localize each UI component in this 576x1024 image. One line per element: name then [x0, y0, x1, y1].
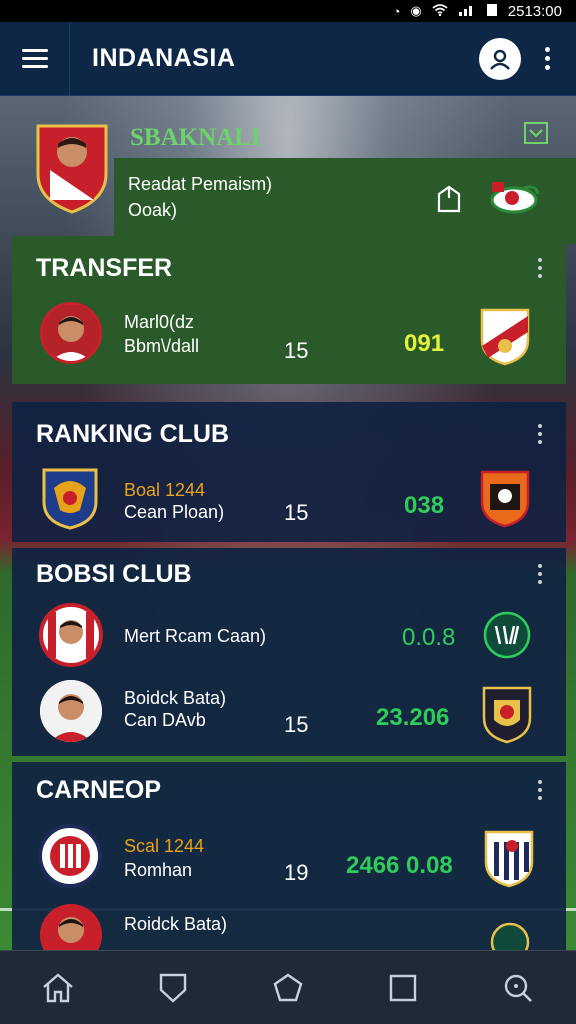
- section-more-button[interactable]: [538, 258, 542, 278]
- club-crest-icon: [42, 468, 98, 530]
- hamburger-icon: [21, 49, 48, 52]
- section-title: CARNEOP: [36, 776, 162, 804]
- club-crest-icon: [482, 686, 532, 744]
- share-icon[interactable]: [436, 184, 462, 214]
- section-title: BOBSI CLUB: [36, 560, 192, 588]
- profile-name: SBAKNALI: [130, 124, 261, 151]
- profile-subtitle-2: Ooak): [128, 200, 178, 220]
- avatar: [40, 302, 102, 364]
- avatar: [40, 680, 102, 742]
- club-crest-icon: [490, 922, 530, 950]
- list-item[interactable]: Roidck Bata): [12, 902, 566, 950]
- club-logo-icon: [490, 182, 540, 214]
- row-label: Mert Rcam Caan): [124, 626, 267, 646]
- shield-icon: [159, 973, 186, 1003]
- row-number: 15: [284, 712, 309, 737]
- club-crest-icon: [480, 470, 530, 528]
- list-item[interactable]: Scal 1244 Romhan 19 2466 0.08: [12, 822, 566, 894]
- avatar: [40, 904, 102, 950]
- row-label: Marl0(dz: [124, 312, 195, 332]
- nav-pentagon[interactable]: [258, 958, 318, 1018]
- club-crest-icon: [38, 824, 102, 888]
- carneop-section: CARNEOP Scal 1244 Romhan 19 2466 0.08 Ro…: [12, 762, 566, 950]
- app-title: INDANASIA: [92, 44, 236, 72]
- row-sublabel: Can DAvb: [124, 710, 206, 730]
- nav-square[interactable]: [373, 958, 433, 1018]
- alarm-icon: ◔: [392, 3, 401, 19]
- player-crest: [36, 124, 108, 214]
- status-bar: ◔ ◉ 2513:00: [0, 0, 576, 22]
- club-crest-icon: [480, 308, 530, 366]
- club-crest-icon: [483, 611, 531, 659]
- club-crest-icon: [484, 830, 534, 888]
- vibrate-icon: ◉: [410, 3, 422, 18]
- bobsi-club-section: BOBSI CLUB Mert Rcam Caan) 0.0.8 Boidck …: [12, 548, 566, 756]
- search-icon: [505, 974, 533, 1002]
- more-options-button[interactable]: [545, 47, 550, 70]
- section-more-button[interactable]: [538, 424, 542, 444]
- profile-subtitle: Readat Pemaism): [128, 174, 273, 194]
- row-sublabel: Bbm\/dall: [124, 336, 200, 356]
- app-bar: INDANASIA: [0, 21, 576, 96]
- section-title: TRANSFER: [36, 254, 173, 282]
- row-score: 23.206: [376, 704, 450, 731]
- section-more-button[interactable]: [538, 780, 542, 800]
- row-label: Scal 1244: [124, 836, 205, 856]
- row-number: 15: [284, 500, 309, 525]
- row-score: 0.0.8: [402, 624, 456, 651]
- signal-icon: [458, 4, 476, 19]
- section-title: RANKING CLUB: [36, 420, 230, 448]
- row-number: 15: [284, 338, 309, 363]
- row-score: 2466 0.08: [346, 852, 453, 879]
- section-more-button[interactable]: [538, 564, 542, 584]
- club-crest-icon: [39, 603, 103, 667]
- nav-home[interactable]: [28, 958, 88, 1018]
- profile-header: SBAKNALI Readat Pemaism) Ooak): [24, 120, 576, 244]
- nav-shield[interactable]: [143, 958, 203, 1018]
- row-score: 038: [404, 492, 445, 519]
- row-sublabel: Cean Ploan): [124, 502, 225, 522]
- row-label: Boal 1244: [124, 480, 206, 500]
- status-time: 2513:00: [507, 2, 562, 20]
- wifi-icon: [432, 3, 448, 19]
- bottom-navigation: [0, 950, 576, 1024]
- user-icon: [490, 49, 510, 70]
- list-item[interactable]: Mert Rcam Caan) 0.0.8: [12, 602, 566, 672]
- row-label: Boidck Bata): [124, 688, 227, 708]
- row-number: 19: [284, 860, 309, 885]
- menu-button[interactable]: [0, 21, 70, 96]
- home-icon: [42, 972, 73, 1002]
- ranking-club-section: RANKING CLUB Boal 1244 Cean Ploan) 15 03…: [12, 402, 566, 542]
- checkbox-icon[interactable]: [524, 122, 548, 144]
- transfer-section: TRANSFER Marl0(dz Bbm\/dall 15 091: [12, 236, 566, 384]
- square-icon: [389, 974, 417, 1001]
- row-label: Roidck Bata): [124, 914, 228, 934]
- row-sublabel: Romhan: [124, 860, 193, 880]
- list-item[interactable]: Marl0(dz Bbm\/dall 15 091: [12, 300, 566, 370]
- pentagon-icon: [273, 973, 303, 1001]
- nav-search[interactable]: [488, 958, 548, 1018]
- row-score: 091: [404, 330, 445, 357]
- list-item[interactable]: Boal 1244 Cean Ploan) 15 038: [12, 464, 566, 534]
- list-item[interactable]: Boidck Bata) Can DAvb 15 23.206: [12, 680, 566, 750]
- account-button[interactable]: [479, 37, 521, 80]
- battery-icon: [486, 3, 498, 20]
